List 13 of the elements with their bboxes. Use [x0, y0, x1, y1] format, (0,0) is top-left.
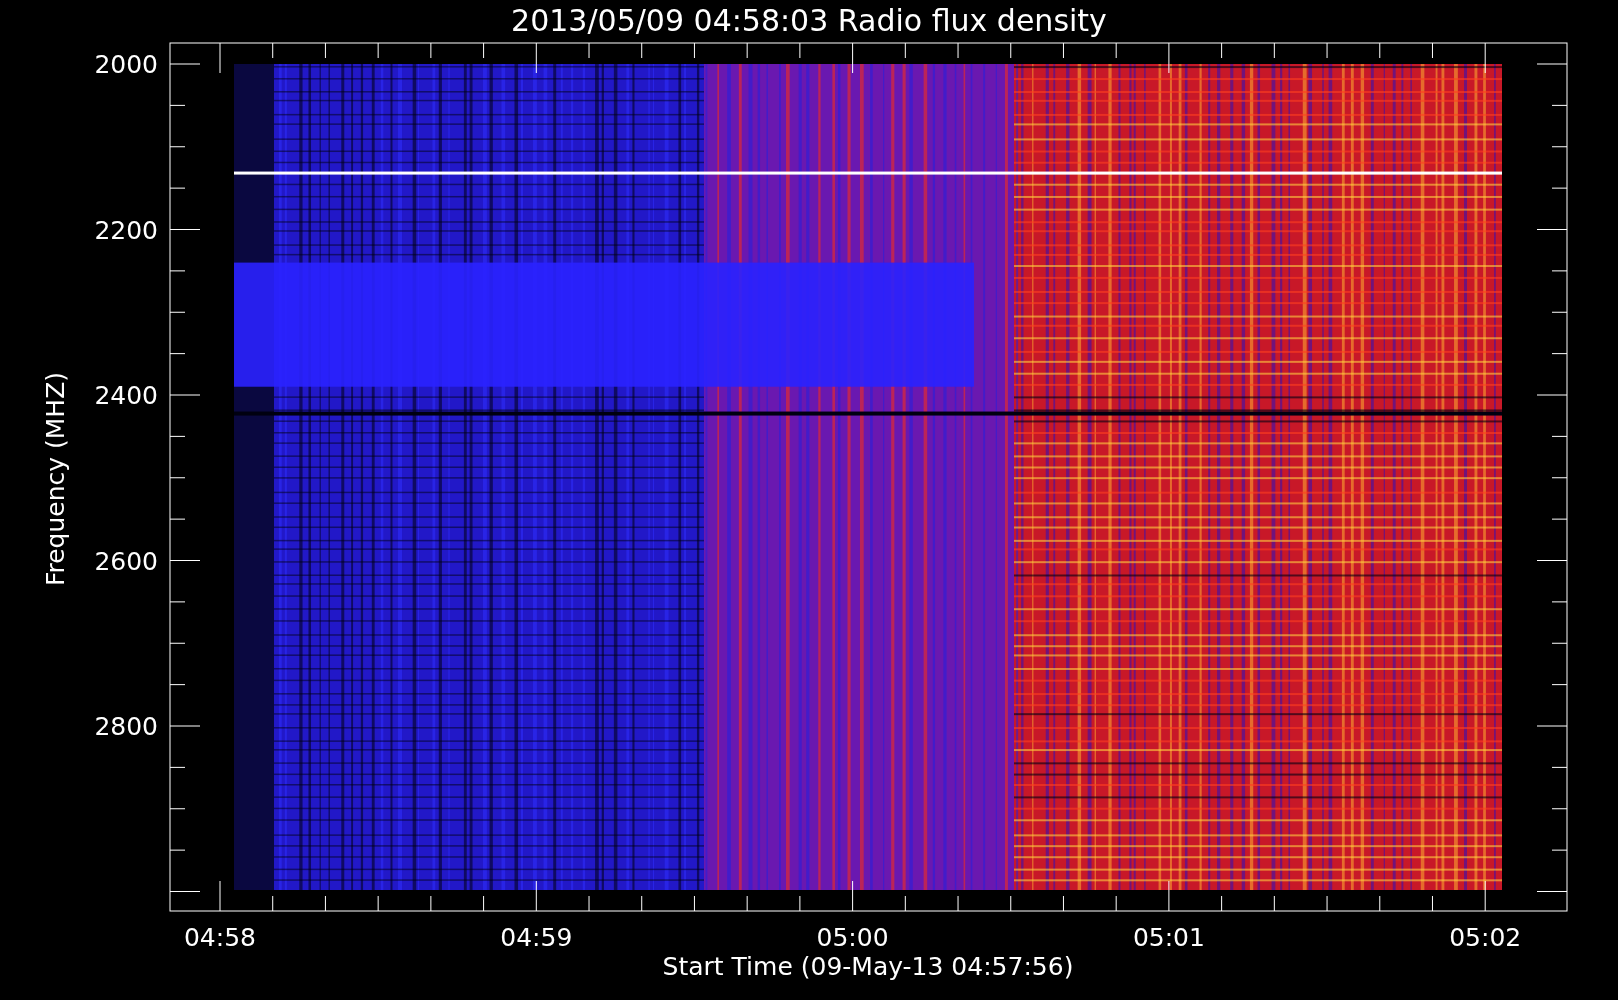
x-tick-label: 04:58	[184, 923, 256, 952]
x-tick-label: 05:01	[1132, 923, 1205, 952]
y-tick-label: 2800	[94, 712, 158, 741]
x-tick-label: 05:02	[1449, 923, 1522, 952]
x-tick-label: 04:59	[500, 923, 573, 952]
y-tick-label: 2400	[94, 381, 158, 410]
y-tick-label: 2600	[94, 546, 158, 576]
y-tick-label: 2200	[94, 215, 158, 245]
x-axis-title: Start Time (09-May-13 04:57:56)	[662, 952, 1074, 981]
y-axis-title: Frequency (MHZ)	[41, 371, 70, 587]
chart-title: 2013/05/09 04:58:03 Radio flux density	[511, 3, 1107, 38]
y-tick-label: 2000	[94, 50, 158, 79]
x-tick-label: 05:00	[816, 923, 889, 952]
